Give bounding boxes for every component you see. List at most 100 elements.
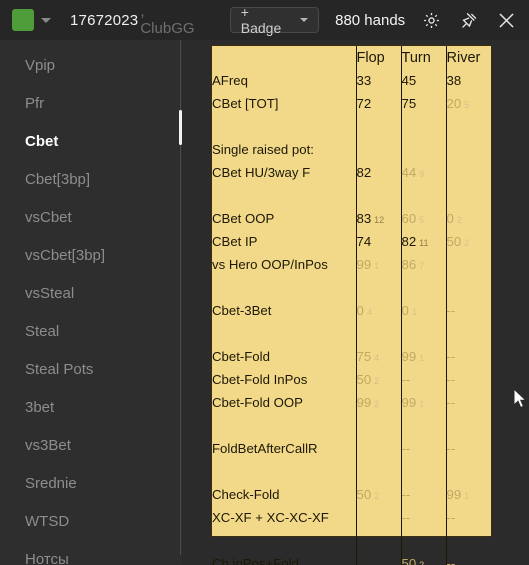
cell-flop: 04 <box>355 299 401 322</box>
table-row: Single raised pot: <box>212 138 491 161</box>
stats-panel: Flop Turn River AFreq 33 45 38 CBet [TOT… <box>211 45 492 565</box>
cell-flop: 33 <box>355 69 401 92</box>
cell-river: -- <box>445 345 491 368</box>
column-header-river: River <box>445 46 491 69</box>
table-row: CBet OOP 83 12 60 5 02 <box>212 207 491 230</box>
table-header-row: Flop Turn River <box>212 46 491 69</box>
player-id: 17672023 <box>70 11 139 29</box>
cell-flop: 99 1 <box>355 253 401 276</box>
cell-river: -- <box>445 391 491 414</box>
row-label: Single raised pot: <box>212 142 314 157</box>
cell-turn: 82 11 <box>400 230 446 253</box>
row-label: CBet [TOT] <box>212 96 279 111</box>
sidebar-item-wtsd[interactable]: WTSD <box>0 503 182 541</box>
table-row: XC-XF + XC-XC-XF -- -- <box>212 506 491 529</box>
row-label: FoldBetAfterCallR <box>212 441 318 456</box>
table-row: Ch inPos+Fold 50 2 -- <box>212 552 491 565</box>
row-label: CBet HU/3way F <box>212 165 311 180</box>
cell-turn: 75 <box>400 92 446 115</box>
player-site: , ClubGG <box>140 3 195 37</box>
row-spacer <box>212 115 491 138</box>
cell-river: -- <box>445 368 491 391</box>
cell-river: -- <box>445 437 491 460</box>
sidebar-item-vpip[interactable]: Vpip <box>0 47 182 85</box>
cell-river: 20 5 <box>445 92 491 115</box>
row-spacer <box>212 529 491 552</box>
cell-flop <box>355 138 401 161</box>
cell-turn: -- <box>400 437 446 460</box>
column-header-turn: Turn <box>400 46 446 69</box>
stats-table: Flop Turn River AFreq 33 45 38 CBet [TOT… <box>212 46 491 565</box>
chevron-down-icon[interactable] <box>41 17 51 23</box>
cell-river: 38 <box>445 69 491 92</box>
cell-river <box>445 161 491 184</box>
table-row: FoldBetAfterCallR -- -- <box>212 437 491 460</box>
cell-flop <box>355 506 401 529</box>
sidebar-item-cbet3bp[interactable]: Cbet[3bp] <box>0 161 182 199</box>
gear-icon[interactable] <box>421 9 443 31</box>
table-row: AFreq 33 45 38 <box>212 69 491 92</box>
cell-turn: -- <box>400 483 446 506</box>
row-label: AFreq <box>212 73 248 88</box>
chevron-down-icon <box>300 18 309 22</box>
sidebar-item-vscbet[interactable]: vsCbet <box>0 199 182 237</box>
sidebar-item-notes[interactable]: Нотсы <box>0 541 182 565</box>
cell-flop: 82 <box>355 161 401 184</box>
table-row: Cbet-Fold OOP 99 2 99 1 -- <box>212 391 491 414</box>
cell-river: -- <box>445 552 491 565</box>
cell-flop: 50 2 <box>355 368 401 391</box>
row-label: vs Hero OOP/InPos <box>212 257 328 272</box>
row-spacer <box>212 276 491 299</box>
close-icon[interactable] <box>495 9 517 31</box>
table-row: CBet IP 74 82 11 50 2 <box>212 230 491 253</box>
table-row: Cbet-3Bet 04 01 -- <box>212 299 491 322</box>
sidebar-item-pfr[interactable]: Pfr <box>0 85 182 123</box>
sidebar: Vpip Pfr Cbet Cbet[3bp] vsCbet vsCbet[3b… <box>0 40 182 565</box>
row-spacer <box>212 414 491 437</box>
cell-turn: 99 1 <box>400 391 446 414</box>
row-label: XC-XF + XC-XC-XF <box>212 510 329 525</box>
cell-turn: 01 <box>400 299 446 322</box>
row-label: Check-Fold <box>212 487 280 502</box>
cell-river: 50 2 <box>445 230 491 253</box>
cell-turn: 99 1 <box>400 345 446 368</box>
cell-turn: -- <box>400 506 446 529</box>
title-bar: 17672023 , ClubGG + Badge 880 hands <box>0 0 529 40</box>
sidebar-item-steal[interactable]: Steal <box>0 313 182 351</box>
sidebar-item-3bet[interactable]: 3bet <box>0 389 182 427</box>
table-row: Check-Fold 50 2 -- 99 1 <box>212 483 491 506</box>
sidebar-item-steal-pots[interactable]: Steal Pots <box>0 351 182 389</box>
cell-flop: 83 12 <box>355 207 401 230</box>
table-row: Cbet-Fold 75 4 99 1 -- <box>212 345 491 368</box>
cell-flop: 72 <box>355 92 401 115</box>
cell-turn: 86 7 <box>400 253 446 276</box>
hands-count: 880 hands <box>335 11 406 29</box>
add-badge-label: + Badge <box>240 4 282 36</box>
cell-turn: 44 9 <box>400 161 446 184</box>
table-row: CBet HU/3way F 82 44 9 <box>212 161 491 184</box>
cell-turn: 60 5 <box>400 207 446 230</box>
sidebar-item-vssteal[interactable]: vsSteal <box>0 275 182 313</box>
table-row: Cbet-Fold InPos 50 2 -- -- <box>212 368 491 391</box>
row-spacer <box>212 460 491 483</box>
cell-turn <box>400 138 446 161</box>
row-label: Cbet-Fold OOP <box>212 395 303 410</box>
sidebar-item-cbet[interactable]: Cbet <box>0 123 182 161</box>
cell-river: -- <box>445 299 491 322</box>
cell-turn: -- <box>400 368 446 391</box>
cell-flop: 74 <box>355 230 401 253</box>
cell-river: 99 1 <box>445 483 491 506</box>
avatar-selector[interactable] <box>12 9 51 31</box>
pin-icon[interactable] <box>459 9 481 31</box>
row-label: Cbet-3Bet <box>212 303 272 318</box>
sidebar-item-vscbet3bp[interactable]: vsCbet[3bp] <box>0 237 182 275</box>
sidebar-item-vs3bet[interactable]: vs3Bet <box>0 427 182 465</box>
cell-river: 02 <box>445 207 491 230</box>
add-badge-button[interactable]: + Badge <box>229 4 320 36</box>
mouse-cursor <box>513 387 527 414</box>
cell-flop: 99 2 <box>355 391 401 414</box>
sidebar-scrollbar-thumb[interactable] <box>179 110 182 145</box>
sidebar-item-srednie[interactable]: Srednie <box>0 465 182 503</box>
row-label: Cbet-Fold InPos <box>212 372 308 387</box>
cell-flop: 75 4 <box>355 345 401 368</box>
